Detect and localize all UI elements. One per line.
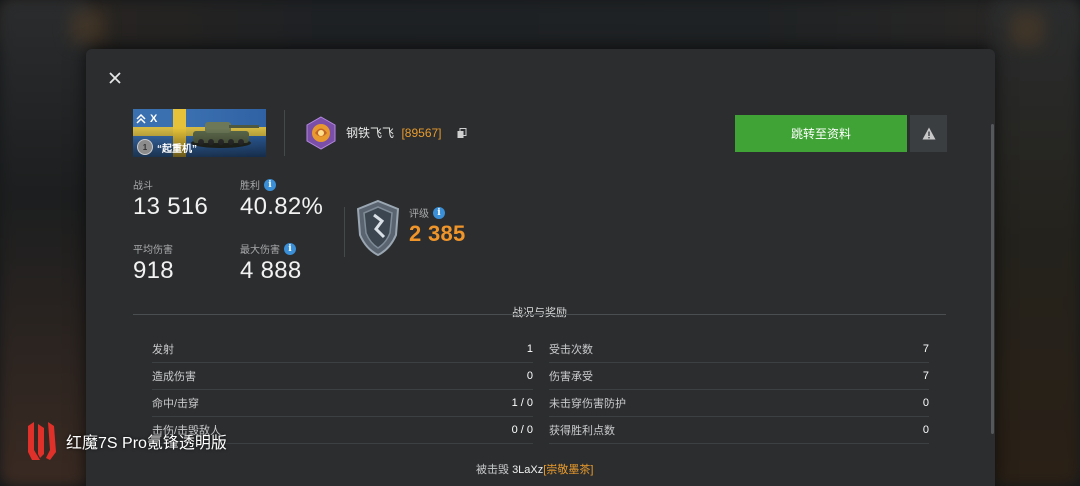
- go-to-profile-button[interactable]: 跳转至资料: [735, 115, 907, 152]
- section-divider: [133, 314, 946, 315]
- stat-avg-damage: 平均伤害 918: [133, 241, 174, 285]
- tank-name: “起重机”: [157, 143, 197, 155]
- background-left: [0, 0, 90, 486]
- tank-name-row: 1 “起重机”: [137, 139, 197, 155]
- divider: [284, 110, 285, 156]
- watermark-text: 红魔7S Pro氪锋透明版: [66, 435, 227, 452]
- stat-winrate-label: 胜利: [240, 181, 260, 192]
- stat-winrate: 胜利 i 40.82%: [240, 177, 323, 221]
- battle-stat-label: 未击穿伤害防护: [549, 398, 626, 410]
- battle-stat-label: 受击次数: [549, 344, 593, 356]
- scrollbar[interactable]: [991, 124, 994, 434]
- stat-avg-damage-label: 平均伤害: [133, 245, 173, 256]
- red-magic-logo-icon: [28, 422, 56, 460]
- battle-stat-row: 获得胜利点数 0: [549, 417, 929, 444]
- battle-stat-row: 伤害承受 7: [549, 363, 929, 390]
- battle-stat-value: 1 / 0: [511, 397, 533, 409]
- background-right: [990, 0, 1080, 486]
- warning-icon: [922, 127, 935, 140]
- destroyed-by-name[interactable]: 3LaXz: [512, 464, 543, 476]
- battle-stat-value: 0: [526, 370, 533, 382]
- rating-shield-icon: [356, 199, 400, 257]
- destroyed-by-clan-tag: [崇敬墨茶]: [543, 464, 594, 476]
- info-icon[interactable]: i: [433, 206, 445, 219]
- stat-max-damage-value: 4 888: [240, 257, 302, 284]
- battle-stat-label: 发射: [152, 344, 174, 356]
- destroyed-by-prefix: 被击毁: [476, 464, 509, 476]
- battle-stat-value: 0: [922, 397, 929, 409]
- stat-avg-damage-value: 918: [133, 257, 174, 284]
- stat-max-damage-label: 最大伤害: [240, 245, 280, 256]
- player-name: 钢铁飞飞: [346, 126, 395, 140]
- battle-stat-row: 命中/击穿 1 / 0: [152, 390, 533, 417]
- battle-stat-value: 7: [922, 370, 929, 382]
- stat-battles-value: 13 516: [133, 193, 209, 220]
- section-title: 战况与奖励: [512, 307, 567, 319]
- battle-stat-value: 1: [526, 343, 533, 355]
- battle-stat-row: 未击穿伤害防护 0: [549, 390, 929, 417]
- device-watermark: 红魔7S Pro氪锋透明版: [26, 420, 227, 462]
- battle-stat-value: 0 / 0: [511, 424, 533, 436]
- close-button[interactable]: [106, 69, 124, 87]
- info-icon[interactable]: i: [284, 242, 296, 255]
- stat-rating: 评级 i 2 385: [409, 205, 466, 247]
- player-info: 钢铁飞飞 [89567]: [304, 116, 467, 150]
- tank-card: X 1 “起重机”: [133, 109, 266, 157]
- battle-stat-label: 命中/击穿: [152, 398, 200, 410]
- battle-stat-row: 造成伤害 0: [152, 363, 533, 390]
- battle-stat-row: 受击次数 7: [549, 336, 929, 363]
- battle-stat-label: 获得胜利点数: [549, 425, 615, 437]
- clan-emblem-icon: [306, 116, 336, 150]
- battle-stat-row: 发射 1: [152, 336, 533, 363]
- stat-max-damage: 最大伤害 i 4 888: [240, 241, 302, 285]
- destroyed-by: 被击毁 3LaXz[崇敬墨茶]: [476, 461, 593, 477]
- battle-stat-value: 0: [922, 424, 929, 436]
- stat-battles-label: 战斗: [133, 181, 153, 192]
- background-blur-icon: [1010, 12, 1044, 46]
- stat-winrate-value: 40.82%: [240, 193, 324, 220]
- tank-tier: X: [136, 113, 157, 125]
- player-clan-tag: [89567]: [401, 126, 442, 140]
- info-icon[interactable]: i: [264, 178, 276, 191]
- battle-stat-value: 7: [922, 343, 929, 355]
- divider: [344, 207, 345, 257]
- stat-battles: 战斗 13 516: [133, 177, 208, 221]
- battle-stat-label: 造成伤害: [152, 371, 196, 383]
- tank-tier-label: X: [150, 113, 158, 125]
- mastery-badge-icon: 1: [137, 139, 153, 155]
- stat-rating-label: 评级: [409, 209, 429, 220]
- close-icon: [109, 72, 121, 84]
- stat-rating-value: 2 385: [409, 221, 466, 246]
- report-button[interactable]: [910, 115, 947, 152]
- background-top-bar: [0, 0, 1080, 48]
- background-blur-icon: [70, 10, 104, 44]
- tank-class-icon: [136, 114, 146, 124]
- battle-stat-label: 伤害承受: [549, 371, 593, 383]
- copy-icon[interactable]: [457, 127, 467, 139]
